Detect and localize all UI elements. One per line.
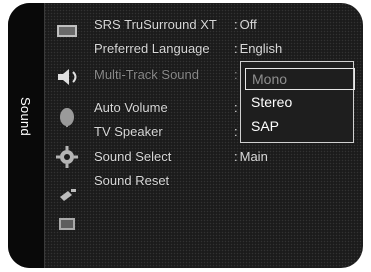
tv-osd-menu: Sound SRS TruSurround XT : Off Preferred … xyxy=(8,3,363,268)
menu-item-sound-select[interactable]: Sound Select xyxy=(94,149,171,167)
dropdown-option-stereo[interactable]: Stereo xyxy=(245,92,353,112)
dropdown-option-sap[interactable]: SAP xyxy=(245,116,353,136)
menu-item-sound-reset[interactable]: Sound Reset xyxy=(94,173,169,191)
dropdown-option-mono[interactable]: Mono xyxy=(245,68,355,90)
menu-value-auto-volume: : xyxy=(234,100,238,115)
menu-value-sound-select: : Main xyxy=(234,149,268,164)
menu-item-srs-trusurround[interactable]: SRS TruSurround XT xyxy=(94,17,217,35)
menu-item-multi-track-sound[interactable]: Multi-Track Sound xyxy=(94,67,199,85)
multi-track-sound-dropdown[interactable]: Mono Stereo SAP xyxy=(240,61,355,143)
menu-value-tv-speaker: : xyxy=(234,124,238,139)
menu-item-auto-volume[interactable]: Auto Volume xyxy=(94,100,168,118)
menu-value-srs-trusurround: : Off xyxy=(234,17,257,32)
menu-item-tv-speaker[interactable]: TV Speaker xyxy=(94,124,163,142)
menu-value-preferred-language: : English xyxy=(234,41,283,56)
menu-item-preferred-language[interactable]: Preferred Language xyxy=(94,41,210,59)
menu-value-multi-track-sound: : xyxy=(234,67,238,82)
